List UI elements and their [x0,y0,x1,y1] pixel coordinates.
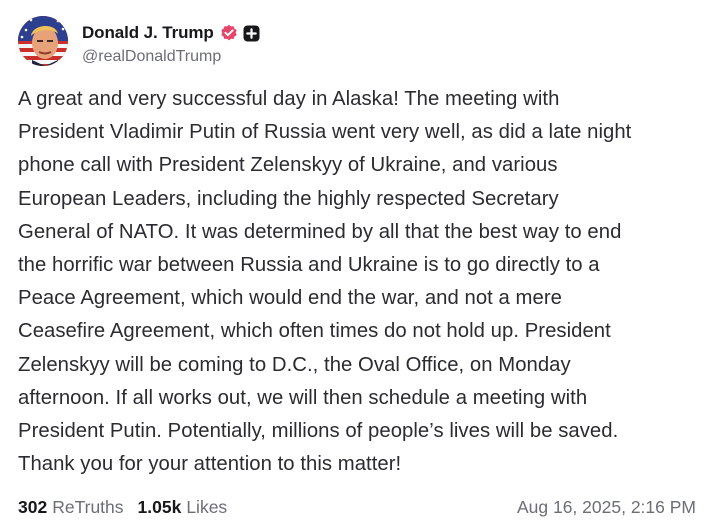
post-text-line: Thank you for your attention to this mat… [18,453,402,476]
verified-badge-icon [220,24,238,42]
post-text-line: General of NATO. It was determined by al… [18,220,622,243]
author-display-name[interactable]: Donald J. Trump [82,23,214,43]
post-text-line: Ceasefire Agreement, which often times d… [18,320,611,343]
likes-stat[interactable]: 1.05k Likes [138,497,228,518]
post-text-line: President Vladimir Putin of Russia went … [18,121,632,144]
post-footer: 302 ReTruths 1.05k Likes Aug 16, 2025, 2… [18,494,708,520]
likes-label: Likes [186,496,228,517]
post-text-line: phone call with President Zelenskyy of U… [18,154,558,177]
post-body: A great and very successful day in Alask… [18,83,708,481]
patriotic-portrait-avatar-icon [18,16,68,66]
post-text-line: President Putin. Potentially, millions o… [18,420,619,443]
author-name-row: Donald J. Trump [82,22,260,44]
post-timestamp[interactable]: Aug 16, 2025, 2:16 PM [517,497,696,518]
retruths-label: ReTruths [52,496,124,517]
likes-count: 1.05k [137,496,182,517]
retruths-count: 302 [18,496,48,517]
retruths-stat[interactable]: 302 ReTruths [18,497,124,518]
post-text-line: A great and very successful day in Alask… [18,88,560,110]
post-text-line: Peace Agreement, which would end the war… [18,287,562,310]
post-text-line: afternoon. If all works out, we will the… [18,386,588,409]
author-avatar[interactable] [18,16,68,66]
post-text-line: the horrific war between Russia and Ukra… [18,254,600,277]
plus-badge-icon [243,25,260,42]
post-text-line: Zelenskyy will be coming to D.C., the Ov… [18,353,571,376]
post-text-line: European Leaders, including the highly r… [18,187,559,210]
post-card: Donald J. Trump @realDonaldTrump A great… [0,0,718,526]
author-handle[interactable]: @realDonaldTrump [82,48,221,66]
